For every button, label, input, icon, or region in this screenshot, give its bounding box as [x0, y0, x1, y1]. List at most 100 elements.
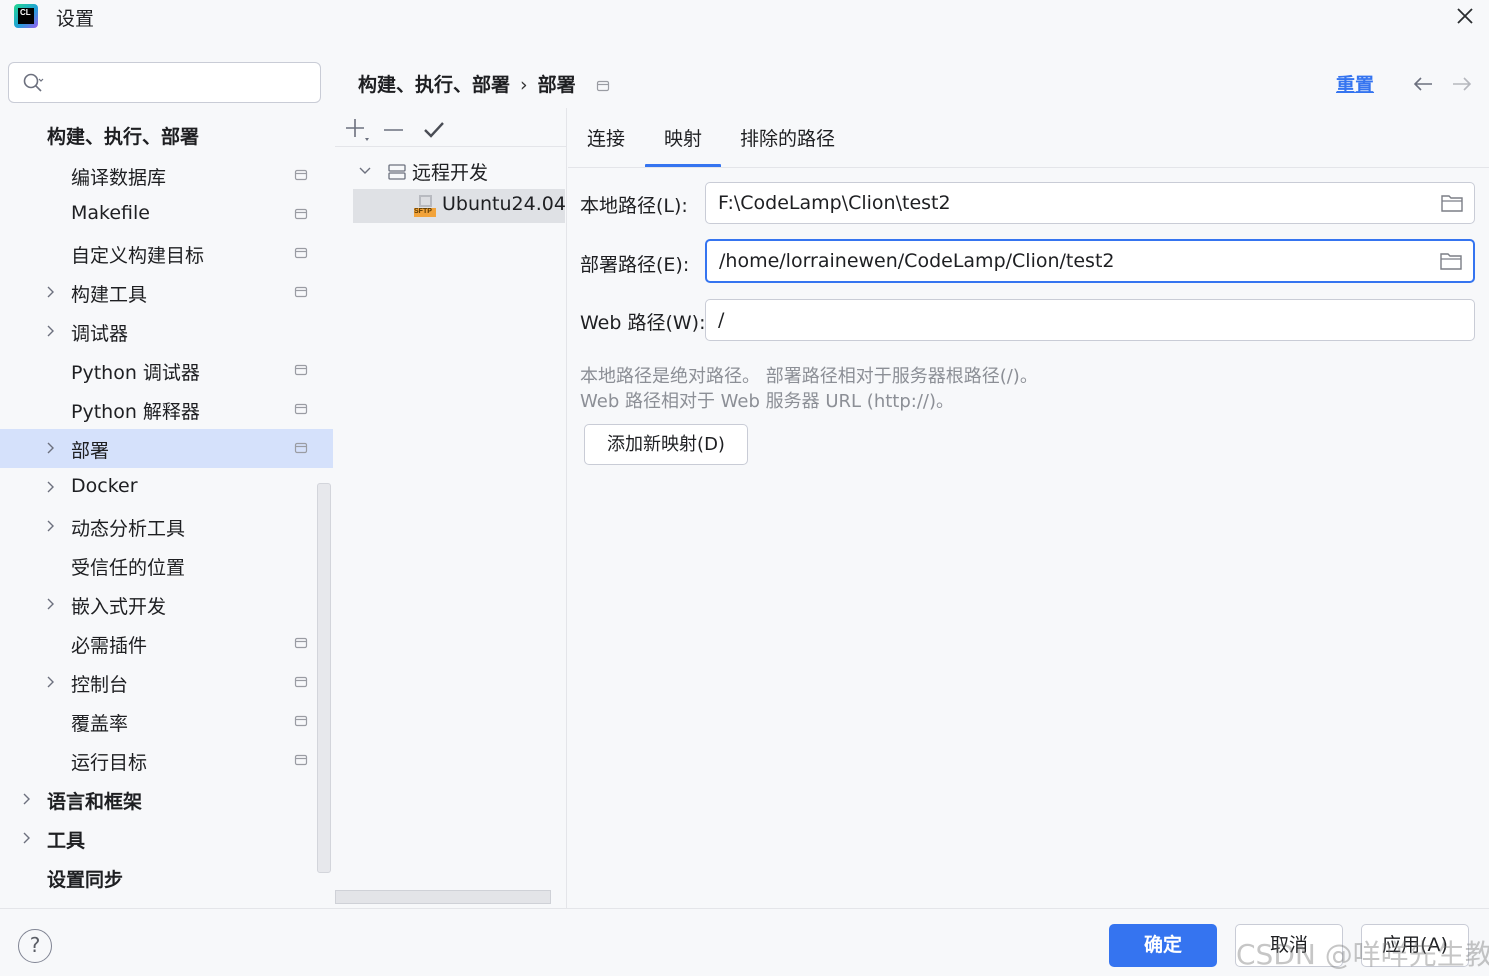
- local-path-input[interactable]: [718, 190, 1418, 216]
- project-scope-icon: [294, 754, 308, 766]
- sidebar-item-python-debugger[interactable]: Python 调试器: [0, 351, 333, 390]
- sidebar-item-tools[interactable]: 工具: [0, 819, 333, 858]
- sidebar-item-label: 构建工具: [71, 284, 148, 306]
- apply-button[interactable]: 应用(A): [1361, 924, 1469, 967]
- tab-connection[interactable]: 连接: [587, 124, 625, 151]
- sidebar-item-debugger[interactable]: 调试器: [0, 312, 333, 351]
- arrow-left-icon[interactable]: [1411, 73, 1435, 95]
- sidebar-item-label: 工具: [47, 830, 86, 852]
- chevron-right-icon[interactable]: [44, 323, 58, 339]
- web-path-field[interactable]: [705, 299, 1475, 341]
- sidebar-item-coverage[interactable]: 覆盖率: [0, 702, 333, 741]
- sidebar-item-compilation-db[interactable]: 编译数据库: [0, 156, 333, 195]
- clion-app-icon: CL: [14, 4, 38, 28]
- chevron-right-icon[interactable]: [44, 596, 58, 612]
- project-scope-icon: [294, 676, 308, 688]
- sidebar-item-label: 嵌入式开发: [71, 596, 167, 618]
- sidebar-item-required-plugins[interactable]: 必需插件: [0, 624, 333, 663]
- search-input[interactable]: [55, 70, 310, 96]
- sidebar-item-label: Python 解释器: [71, 401, 200, 423]
- sidebar-item-label: 自定义构建目标: [71, 245, 205, 267]
- sidebar-item-docker[interactable]: Docker: [0, 468, 333, 507]
- settings-search-box[interactable]: [8, 62, 321, 103]
- tab-mappings[interactable]: 映射: [664, 124, 702, 151]
- arrow-right-icon[interactable]: [1450, 73, 1474, 95]
- sidebar-item-run-targets[interactable]: 运行目标: [0, 741, 333, 780]
- web-path-input[interactable]: [718, 307, 1418, 333]
- server-list-panel: 远程开发 SFTP Ubuntu24.04: [335, 108, 567, 908]
- chevron-right-icon[interactable]: [20, 830, 34, 846]
- sidebar-item-languages-frameworks[interactable]: 语言和框架: [0, 780, 333, 819]
- sidebar-item-trusted-locations[interactable]: 受信任的位置: [0, 546, 333, 585]
- folder-icon[interactable]: [1439, 250, 1463, 272]
- help-button[interactable]: ?: [18, 929, 52, 963]
- deploy-path-input[interactable]: [719, 248, 1419, 274]
- dialog-footer: ? 确定 取消 应用(A) CSDN @咩咩先生教: [0, 908, 1489, 976]
- sidebar-item-label: 受信任的位置: [71, 557, 186, 579]
- cancel-button[interactable]: 取消: [1235, 924, 1343, 967]
- server-group-row[interactable]: 远程开发: [353, 154, 553, 188]
- sidebar-item-build-exec-deploy[interactable]: 构建、执行、部署: [0, 115, 333, 154]
- checkmark-icon[interactable]: [420, 116, 448, 144]
- path-hint-line-2: Web 路径相对于 Web 服务器 URL (http://)。: [580, 391, 954, 412]
- tabs-divider: [568, 167, 1489, 168]
- sidebar-item-label: 动态分析工具: [71, 518, 186, 540]
- sidebar-item-settings-sync[interactable]: 设置同步: [0, 858, 333, 897]
- add-icon[interactable]: [343, 116, 371, 144]
- local-path-label: 本地路径(L):: [580, 195, 688, 217]
- chevron-down-icon[interactable]: [357, 164, 373, 178]
- chevron-right-icon[interactable]: [44, 284, 58, 300]
- breadcrumb-item[interactable]: 构建、执行、部署: [358, 70, 510, 97]
- ok-button[interactable]: 确定: [1109, 924, 1217, 967]
- sidebar-item-build-tools[interactable]: 构建工具: [0, 273, 333, 312]
- server-label: Ubuntu24.04: [442, 193, 566, 215]
- sftp-server-icon: [414, 195, 436, 217]
- remove-icon[interactable]: [380, 116, 408, 144]
- search-icon: [23, 73, 44, 92]
- project-scope-icon: [294, 169, 308, 181]
- reset-link[interactable]: 重置: [1336, 70, 1374, 97]
- chevron-right-icon[interactable]: [44, 479, 58, 495]
- sidebar-scrollbar[interactable]: [317, 483, 331, 873]
- project-scope-icon: [597, 80, 610, 91]
- folder-icon[interactable]: [1440, 192, 1464, 214]
- server-list-scrollbar[interactable]: [335, 890, 551, 904]
- sidebar-item-label: 调试器: [71, 323, 129, 345]
- sidebar-item-dynamic-analysis[interactable]: 动态分析工具: [0, 507, 333, 546]
- project-scope-icon: [294, 286, 308, 298]
- project-scope-icon: [294, 442, 308, 454]
- toolbar-divider: [335, 146, 567, 147]
- web-path-label: Web 路径(W):: [580, 312, 706, 334]
- close-icon[interactable]: [1453, 4, 1477, 28]
- server-row[interactable]: SFTP Ubuntu24.04: [353, 189, 566, 223]
- chevron-right-icon[interactable]: [44, 440, 58, 456]
- chevron-right-icon[interactable]: [44, 674, 58, 690]
- breadcrumb: 构建、执行、部署 › 部署: [358, 70, 610, 97]
- deploy-path-label: 部署路径(E):: [580, 254, 690, 276]
- sidebar-item-label: 运行目标: [71, 752, 148, 774]
- project-scope-icon: [294, 715, 308, 727]
- sidebar-item-label: 构建、执行、部署: [47, 126, 200, 148]
- project-scope-icon: [294, 637, 308, 649]
- sidebar-item-embedded-dev[interactable]: 嵌入式开发: [0, 585, 333, 624]
- add-new-mapping-button[interactable]: 添加新映射(D): [584, 424, 748, 465]
- sidebar-item-console[interactable]: 控制台: [0, 663, 333, 702]
- chevron-right-icon[interactable]: [44, 518, 58, 534]
- sidebar-item-custom-build-targets[interactable]: 自定义构建目标: [0, 234, 333, 273]
- path-hint-line-1: 本地路径是绝对路径。 部署路径相对于服务器根路径(/)。: [580, 366, 1038, 387]
- sidebar-item-label: 覆盖率: [71, 713, 129, 735]
- project-scope-icon: [294, 403, 308, 415]
- window-title: 设置: [56, 8, 95, 30]
- local-path-field[interactable]: [705, 182, 1475, 224]
- deploy-path-field[interactable]: [705, 239, 1475, 283]
- project-scope-icon: [294, 247, 308, 259]
- sidebar-item-deployment[interactable]: 部署: [0, 429, 333, 468]
- sidebar-item-makefile[interactable]: Makefile: [0, 195, 333, 234]
- chevron-right-icon[interactable]: [20, 791, 34, 807]
- sidebar-item-python-interpreter[interactable]: Python 解释器: [0, 390, 333, 429]
- tab-excluded-paths[interactable]: 排除的路径: [740, 124, 835, 151]
- sftp-badge: SFTP: [414, 208, 432, 215]
- sidebar-item-label: 编译数据库: [71, 167, 167, 189]
- breadcrumb-item: 部署: [537, 74, 576, 96]
- sidebar-item-label: 控制台: [71, 674, 129, 696]
